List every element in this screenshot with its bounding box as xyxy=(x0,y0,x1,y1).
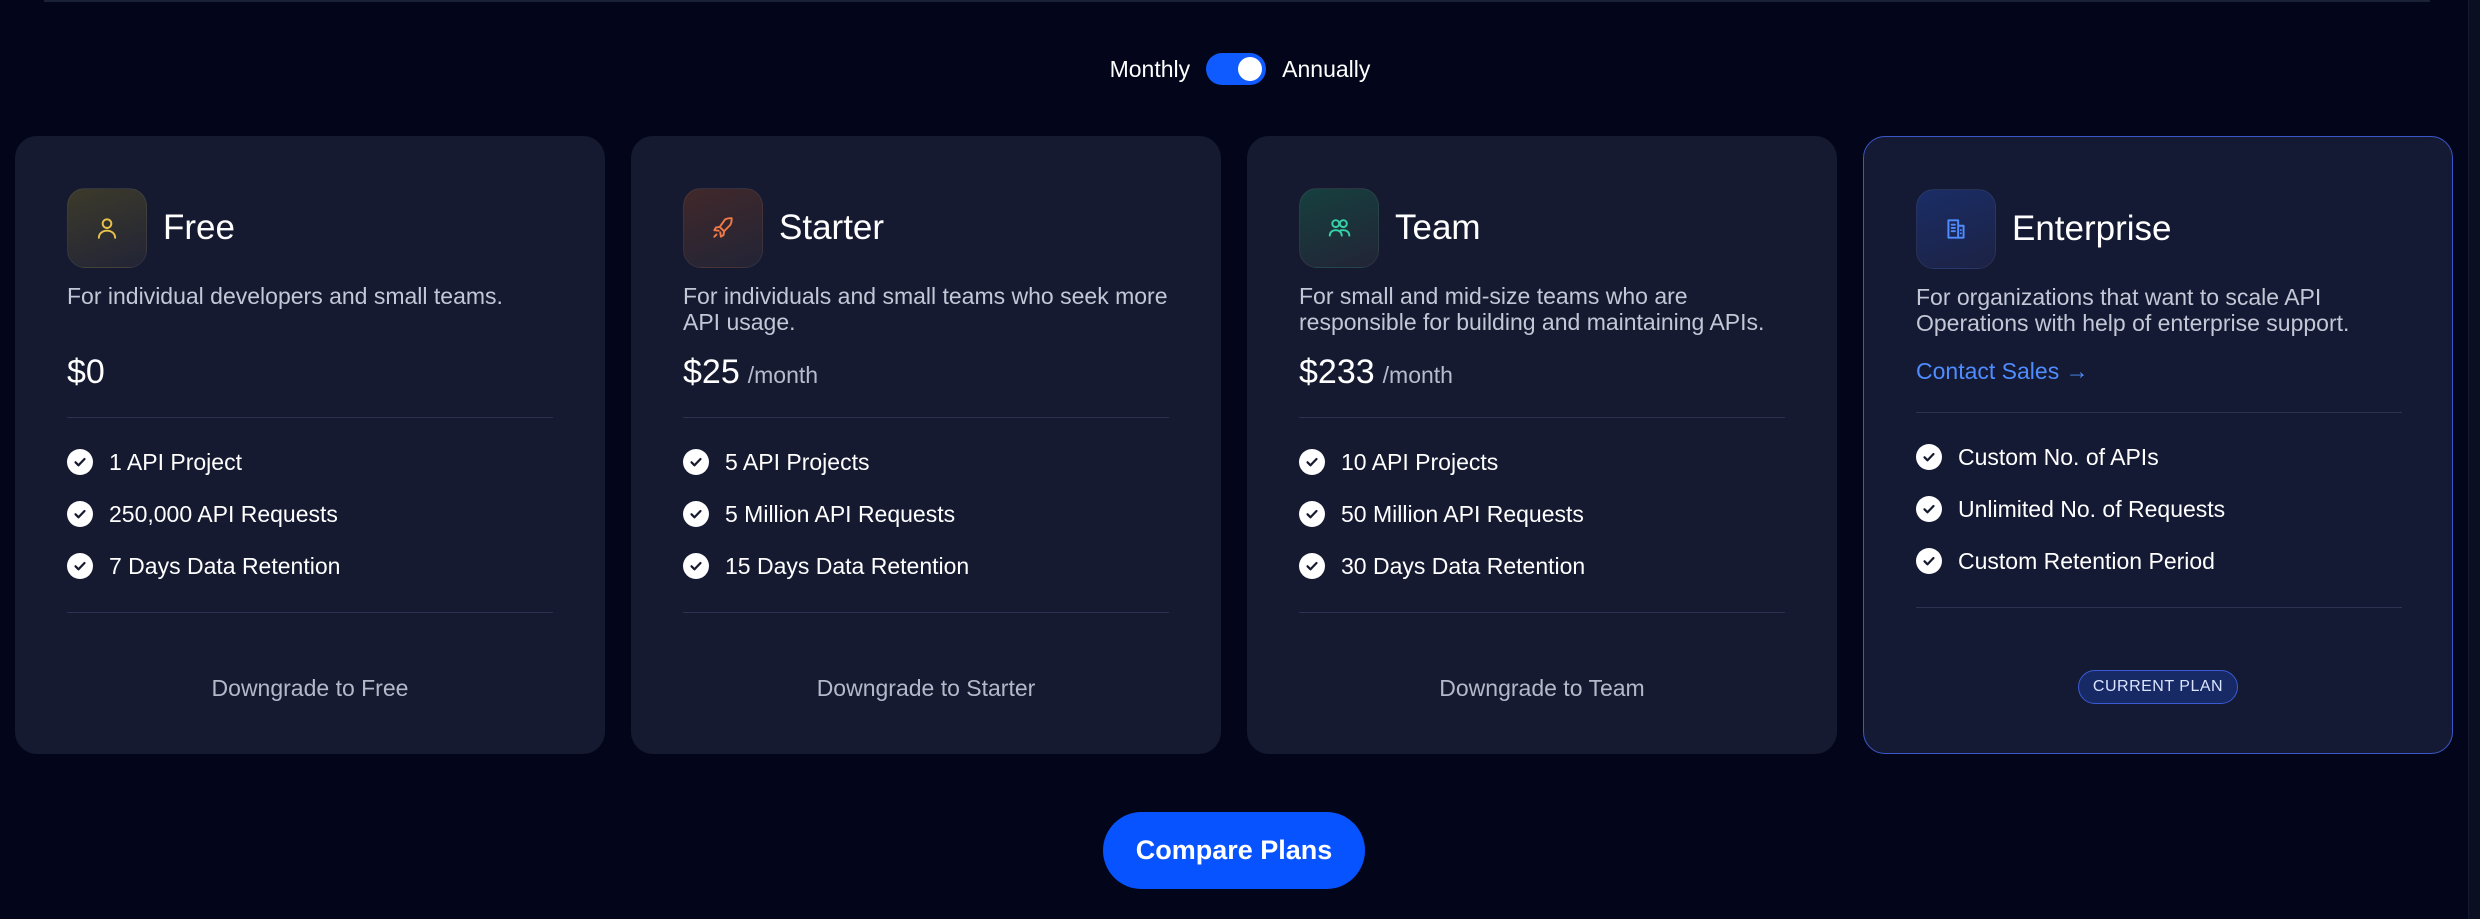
check-icon xyxy=(67,449,93,475)
downgrade-starter-button[interactable]: Downgrade to Starter xyxy=(817,675,1036,702)
feature-item: 1 API Project xyxy=(67,436,553,488)
plan-description: For organizations that want to scale API… xyxy=(1916,284,2350,336)
feature-item: Custom No. of APIs xyxy=(1916,431,2400,483)
plan-name: Starter xyxy=(779,208,885,247)
compare-plans-button[interactable]: Compare Plans xyxy=(1103,812,1365,889)
check-icon xyxy=(683,449,709,475)
plan-header: Team xyxy=(1299,188,1785,268)
feature-text: Unlimited No. of Requests xyxy=(1958,495,2226,522)
feature-text: 250,000 API Requests xyxy=(109,500,338,527)
check-icon xyxy=(67,501,93,527)
switch-knob xyxy=(1238,57,1263,81)
card-action: Downgrade to Free xyxy=(15,668,605,708)
price-period: /month xyxy=(747,362,819,388)
divider xyxy=(1299,417,1785,418)
check-icon xyxy=(683,501,709,527)
feature-text: 5 API Projects xyxy=(725,448,870,475)
plan-price: $25 xyxy=(683,353,740,391)
check-icon xyxy=(1299,553,1325,579)
feature-list: 5 API Projects 5 Million API Requests 15… xyxy=(683,436,1169,592)
card-action: Downgrade to Team xyxy=(1247,668,1837,708)
pricing-cards: Free For individual developers and small… xyxy=(15,136,2455,754)
card-action: CURRENT PLAN xyxy=(1864,667,2452,707)
card-action: Downgrade to Starter xyxy=(631,668,1221,708)
plan-card-team: Team For small and mid-size teams who ar… xyxy=(1247,136,1837,754)
plan-name: Enterprise xyxy=(2012,209,2172,248)
feature-text: 15 Days Data Retention xyxy=(725,552,970,579)
plan-card-free: Free For individual developers and small… xyxy=(15,136,605,754)
building-icon xyxy=(1916,189,1996,269)
plan-description: For individual developers and small team… xyxy=(67,283,503,309)
price-period: /month xyxy=(1382,362,1453,388)
divider xyxy=(1299,612,1785,613)
feature-item: 5 Million API Requests xyxy=(683,488,1169,540)
top-divider xyxy=(44,0,2430,2)
feature-list: 1 API Project 250,000 API Requests 7 Day… xyxy=(67,436,553,592)
plan-header: Free xyxy=(67,188,553,268)
feature-text: 1 API Project xyxy=(109,448,242,475)
plan-name: Free xyxy=(163,208,235,247)
feature-text: 30 Days Data Retention xyxy=(1341,552,1586,579)
divider xyxy=(67,612,553,613)
rocket-icon xyxy=(683,188,763,268)
plan-card-starter: Starter For individuals and small teams … xyxy=(631,136,1221,754)
feature-item: 50 Million API Requests xyxy=(1299,488,1785,540)
plan-description: For small and mid-size teams who are res… xyxy=(1299,283,1765,335)
check-icon xyxy=(683,553,709,579)
plan-description: For individuals and small teams who seek… xyxy=(683,283,1168,335)
feature-item: 250,000 API Requests xyxy=(67,488,553,540)
feature-text: Custom Retention Period xyxy=(1958,547,2215,574)
check-icon xyxy=(1299,449,1325,475)
feature-item: 10 API Projects xyxy=(1299,436,1785,488)
feature-item: 5 API Projects xyxy=(683,436,1169,488)
check-icon xyxy=(1916,444,1942,470)
feature-text: Custom No. of APIs xyxy=(1958,443,2159,470)
downgrade-team-button[interactable]: Downgrade to Team xyxy=(1439,675,1644,702)
contact-sales-link[interactable]: Contact Sales → xyxy=(1916,358,2089,398)
divider xyxy=(683,612,1169,613)
plan-price: $233 xyxy=(1299,353,1375,391)
divider xyxy=(1916,607,2402,608)
divider xyxy=(1916,412,2402,413)
plan-name: Team xyxy=(1395,208,1481,247)
check-icon xyxy=(67,553,93,579)
monthly-label[interactable]: Monthly xyxy=(1110,56,1191,83)
price-row: $25 /month xyxy=(683,353,1169,397)
feature-item: Custom Retention Period xyxy=(1916,535,2400,587)
price-row: $0 xyxy=(67,353,553,397)
annually-label[interactable]: Annually xyxy=(1282,56,1370,83)
plan-header: Enterprise xyxy=(1916,189,2400,269)
feature-text: 50 Million API Requests xyxy=(1341,500,1584,527)
scrollbar[interactable] xyxy=(2468,0,2480,919)
feature-text: 5 Million API Requests xyxy=(725,500,956,527)
billing-period-switch[interactable] xyxy=(1206,53,1267,85)
feature-item: 7 Days Data Retention xyxy=(67,540,553,592)
current-plan-badge: CURRENT PLAN xyxy=(2077,670,2239,704)
billing-toggle: Monthly Annually xyxy=(0,50,2480,88)
plan-price: $0 xyxy=(67,353,105,391)
check-icon xyxy=(1916,496,1942,522)
users-icon xyxy=(1299,188,1379,268)
check-icon xyxy=(1916,548,1942,574)
price-row: $233 /month xyxy=(1299,353,1785,397)
plan-header: Starter xyxy=(683,188,1169,268)
feature-item: 15 Days Data Retention xyxy=(683,540,1169,592)
feature-list: Custom No. of APIs Unlimited No. of Requ… xyxy=(1916,431,2400,587)
plan-card-enterprise: Enterprise For organizations that want t… xyxy=(1863,136,2453,754)
divider xyxy=(67,417,553,418)
downgrade-free-button[interactable]: Downgrade to Free xyxy=(212,675,409,702)
feature-list: 10 API Projects 50 Million API Requests … xyxy=(1299,436,1785,592)
feature-text: 10 API Projects xyxy=(1341,448,1499,475)
feature-item: 30 Days Data Retention xyxy=(1299,540,1785,592)
check-icon xyxy=(1299,501,1325,527)
feature-text: 7 Days Data Retention xyxy=(109,552,341,579)
user-icon xyxy=(67,188,147,268)
divider xyxy=(683,417,1169,418)
feature-item: Unlimited No. of Requests xyxy=(1916,483,2400,535)
